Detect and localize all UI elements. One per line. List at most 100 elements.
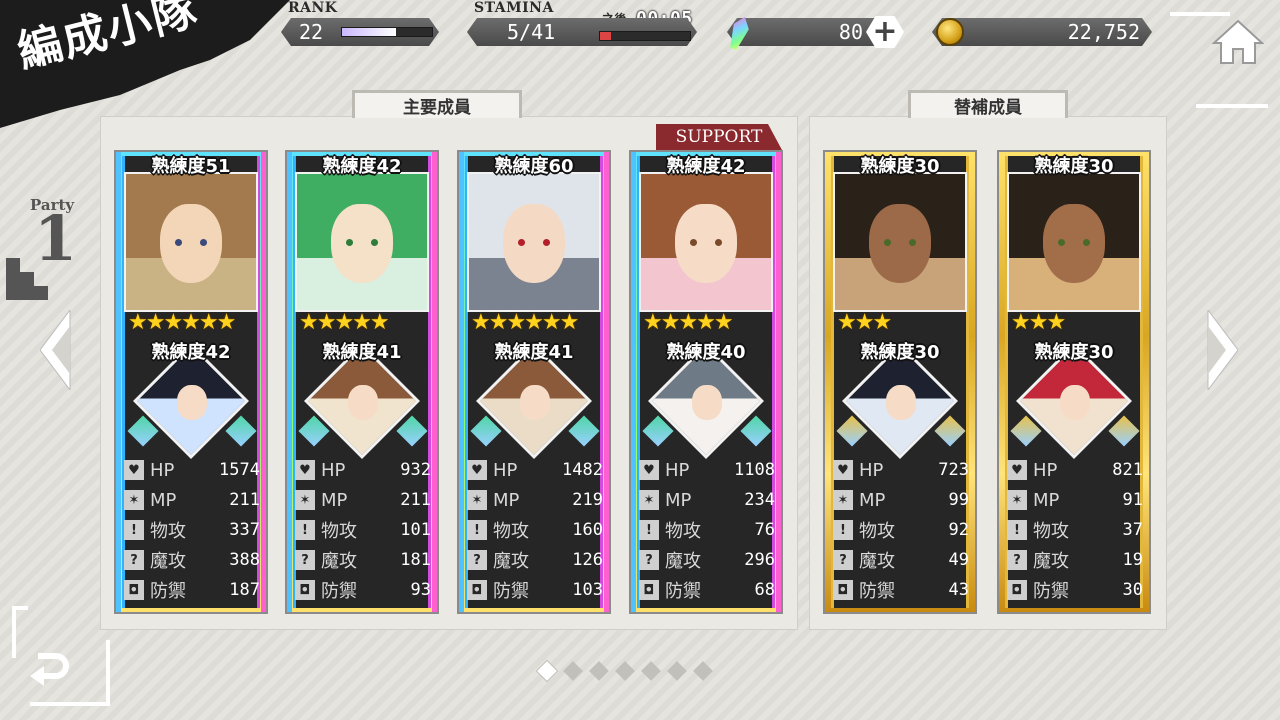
stat-def-value: 43 [948, 580, 969, 600]
member-card[interactable]: 熟練度42 ★★★★★ 熟練度40 ♥ HP 1108 ✶ MP 234! 物攻 76? 魔攻 296 ◘… [629, 150, 783, 614]
stat-hp-label: HP [321, 459, 346, 481]
stamina-bar [599, 31, 691, 41]
stat-mp-label: MP [1033, 489, 1060, 511]
stat-mp-value: 219 [572, 490, 603, 510]
stat-def-label: 防禦 [150, 581, 186, 602]
stat-def-icon: ◘ [639, 580, 659, 600]
stat-hp-icon: ♥ [124, 460, 144, 480]
adventurer-portrait [467, 172, 601, 312]
stat-matk-icon: ? [833, 550, 853, 570]
prev-party-button[interactable] [40, 310, 72, 390]
stat-matk-value: 19 [1122, 550, 1143, 570]
stat-row-mp: ✶ MP 211 [295, 488, 431, 512]
portrait-face [330, 203, 394, 283]
gold-count: 22,752 [1067, 20, 1140, 44]
tab-main-members[interactable]: 主要成員 [352, 90, 522, 118]
stamina-fill [600, 32, 611, 40]
stat-hp-label: HP [1033, 459, 1058, 481]
stat-atk-value: 37 [1122, 520, 1143, 540]
portrait-eye [542, 238, 551, 246]
stat-atk-label: 物攻 [665, 521, 701, 542]
stat-row-def: ◘ 防禦 103 [467, 578, 603, 602]
stat-matk-icon: ? [295, 550, 315, 570]
assist-portrait-face [1060, 384, 1091, 420]
member-card[interactable]: 熟練度51 ★★★★★★ 熟練度42 ♥ HP 1574 ✶ MP 211! 物攻 337? 魔攻 38… [114, 150, 268, 614]
stat-matk-label: 魔攻 [493, 551, 529, 572]
crystal-count: 80 [838, 20, 863, 44]
next-party-button[interactable] [1206, 310, 1238, 390]
member-card[interactable]: 熟練度30 ★★★ 熟練度30 ♥ HP 821 ✶ MP 91! 物攻 37? 魔攻 19 ◘ 防禦 30 [997, 150, 1151, 614]
stat-matk-value: 126 [572, 550, 603, 570]
adventurer-proficiency: 熟練度51 [151, 156, 231, 177]
stat-mp-label: MP [665, 489, 692, 511]
stat-def-label: 防禦 [493, 581, 529, 602]
party-stairs-icon [6, 258, 48, 300]
stat-def-value: 68 [754, 580, 775, 600]
adventurer-proficiency: 熟練度60 [494, 156, 574, 177]
stat-def-icon: ◘ [833, 580, 853, 600]
stat-hp-label: HP [150, 459, 175, 481]
stat-atk-icon: ! [1007, 520, 1027, 540]
return-icon [30, 653, 69, 686]
back-button[interactable] [18, 640, 78, 700]
portrait-eye [908, 238, 917, 246]
stat-matk-label: 魔攻 [321, 551, 357, 572]
stat-matk-label: 魔攻 [859, 551, 895, 572]
stat-matk-value: 388 [229, 550, 260, 570]
stat-row-def: ◘ 防禦 187 [124, 578, 260, 602]
stat-atk-icon: ! [833, 520, 853, 540]
adventurer-portrait [124, 172, 258, 312]
page-dot[interactable] [615, 661, 635, 681]
stat-mp-label: MP [493, 489, 520, 511]
home-button[interactable] [1210, 14, 1266, 70]
portrait-face [868, 203, 932, 283]
portrait-eye [1057, 238, 1066, 246]
member-card[interactable]: 熟練度60 ★★★★★★ 熟練度41 ♥ HP 1482 ✶ MP 219! 物攻 160? 魔攻 12… [457, 150, 611, 614]
stat-row-mp: ✶ MP 234 [639, 488, 775, 512]
stat-hp-value: 723 [938, 460, 969, 480]
stat-mp-label: MP [859, 489, 886, 511]
assist-proficiency: 熟練度30 [860, 342, 940, 363]
assist-proficiency: 熟練度30 [1034, 342, 1114, 363]
stat-mp-icon: ✶ [639, 490, 659, 510]
rarity-stars: ★★★★★★ [128, 310, 236, 335]
stat-row-matk: ? 魔攻 296 [639, 548, 775, 572]
party-pagination [537, 661, 713, 681]
page-dot[interactable] [589, 661, 609, 681]
page-dot[interactable] [641, 661, 661, 681]
page-dot[interactable] [537, 661, 557, 681]
rank-exp-fill [342, 28, 396, 36]
stat-matk-value: 49 [948, 550, 969, 570]
stat-mp-label: MP [150, 489, 177, 511]
stat-row-hp: ♥ HP 932 [295, 458, 431, 482]
stat-matk-icon: ? [639, 550, 659, 570]
stat-row-def: ◘ 防禦 68 [639, 578, 775, 602]
stat-row-mp: ✶ MP 219 [467, 488, 603, 512]
adventurer-portrait [833, 172, 967, 312]
adventurer-portrait [1007, 172, 1141, 312]
stat-mp-icon: ✶ [124, 490, 144, 510]
page-dot[interactable] [693, 661, 713, 681]
stat-mp-value: 211 [229, 490, 260, 510]
member-card[interactable]: 熟練度30 ★★★ 熟練度30 ♥ HP 723 ✶ MP 99! 物攻 92? 魔攻 49 ◘ 防禦 43 [823, 150, 977, 614]
stat-mp-icon: ✶ [467, 490, 487, 510]
stat-atk-icon: ! [467, 520, 487, 540]
stat-atk-icon: ! [295, 520, 315, 540]
stat-row-hp: ♥ HP 723 [833, 458, 969, 482]
stat-hp-icon: ♥ [295, 460, 315, 480]
stat-row-atk: ! 物攻 101 [295, 518, 431, 542]
portrait-eye [174, 238, 183, 246]
page-dot[interactable] [563, 661, 583, 681]
stat-mp-value: 234 [744, 490, 775, 510]
stat-mp-value: 99 [948, 490, 969, 510]
stat-def-label: 防禦 [859, 581, 895, 602]
support-tag: SUPPORT [656, 124, 782, 150]
stat-row-atk: ! 物攻 337 [124, 518, 260, 542]
portrait-eye [1082, 238, 1091, 246]
member-card[interactable]: 熟練度42 ★★★★★ 熟練度41 ♥ HP 932 ✶ MP 211! 物攻 101? 魔攻 181 ◘… [285, 150, 439, 614]
stat-row-def: ◘ 防禦 93 [295, 578, 431, 602]
stat-matk-value: 296 [744, 550, 775, 570]
tab-sub-members[interactable]: 替補成員 [908, 90, 1068, 118]
stat-def-value: 30 [1122, 580, 1143, 600]
page-dot[interactable] [667, 661, 687, 681]
